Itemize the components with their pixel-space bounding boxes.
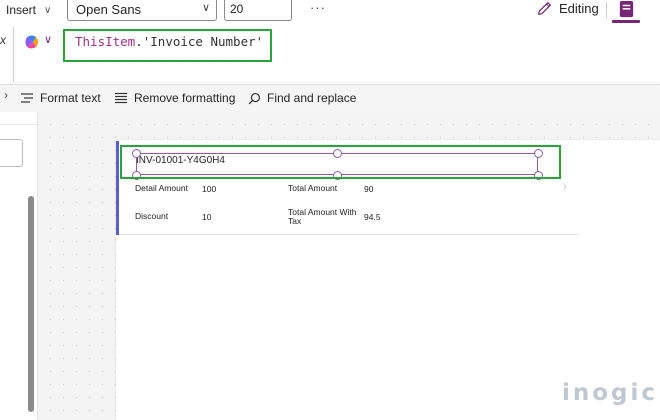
formula-expression: .'Invoice Number': [135, 34, 264, 49]
formula-keyword: ThisItem: [75, 34, 136, 49]
chevron-down-icon: ∨: [201, 2, 210, 14]
font-size-input[interactable]: 20: [224, 0, 292, 21]
inogic-watermark-logo: inogic: [562, 380, 659, 406]
font-family-dropdown[interactable]: Open Sans ∨: [67, 0, 217, 21]
top-toolbar: Insert ∨ Open Sans ∨ 20 ··· Editing: [0, 0, 660, 26]
total-with-tax-value: 94.5: [364, 212, 381, 222]
tree-scrollbar[interactable]: [28, 196, 34, 412]
font-family-value: Open Sans: [76, 1, 142, 17]
font-size-value: 20: [230, 2, 244, 16]
gallery-row-accent: [116, 141, 119, 235]
pencil-icon: [538, 2, 551, 15]
chevron-down-icon: ∨: [44, 4, 52, 16]
chevron-down-icon[interactable]: ∨: [44, 33, 52, 46]
discount-label: Discount: [135, 211, 169, 221]
tree-search-input[interactable]: [0, 139, 23, 167]
editing-mode-button[interactable]: Editing: [537, 1, 599, 16]
remove-formatting-icon: [115, 92, 127, 104]
insert-menu[interactable]: Insert ∨: [6, 1, 51, 19]
format-text-button[interactable]: Format text: [20, 91, 101, 105]
highlight-box: [120, 145, 561, 179]
chevron-right-icon[interactable]: ›: [4, 88, 8, 102]
total-amount-label: Total Amount: [288, 183, 338, 193]
format-text-icon: [21, 93, 33, 103]
detail-amount-value: 100: [202, 184, 217, 194]
total-with-tax-label: Total Amount With Tax: [288, 208, 357, 226]
search-icon: [248, 92, 261, 104]
format-text-label: Format text: [40, 91, 101, 105]
toolbar-divider: [606, 2, 607, 18]
total-amount-value: 90: [364, 184, 374, 194]
fx-label: x: [0, 33, 6, 47]
discount-value: 10: [202, 212, 212, 222]
active-tab-indicator: [612, 20, 640, 23]
total-with-tax-label-line2: Tax: [288, 216, 302, 226]
detail-amount-label: Detail Amount: [135, 183, 188, 193]
find-replace-label: Find and replace: [267, 91, 357, 105]
remove-formatting-label: Remove formatting: [134, 91, 236, 105]
remove-formatting-button[interactable]: Remove formatting: [114, 91, 235, 105]
chevron-right-icon[interactable]: ›: [563, 181, 567, 193]
editing-label: Editing: [559, 1, 599, 16]
formula-input[interactable]: ThisItem.'Invoice Number': [75, 34, 263, 49]
copilot-icon[interactable]: [24, 34, 40, 50]
insert-label: Insert: [6, 3, 37, 17]
find-replace-button[interactable]: Find and replace: [248, 91, 356, 105]
pane-divider: [0, 124, 37, 125]
more-options-button[interactable]: ···: [310, 0, 326, 15]
app-checker-icon[interactable]: [617, 0, 636, 19]
